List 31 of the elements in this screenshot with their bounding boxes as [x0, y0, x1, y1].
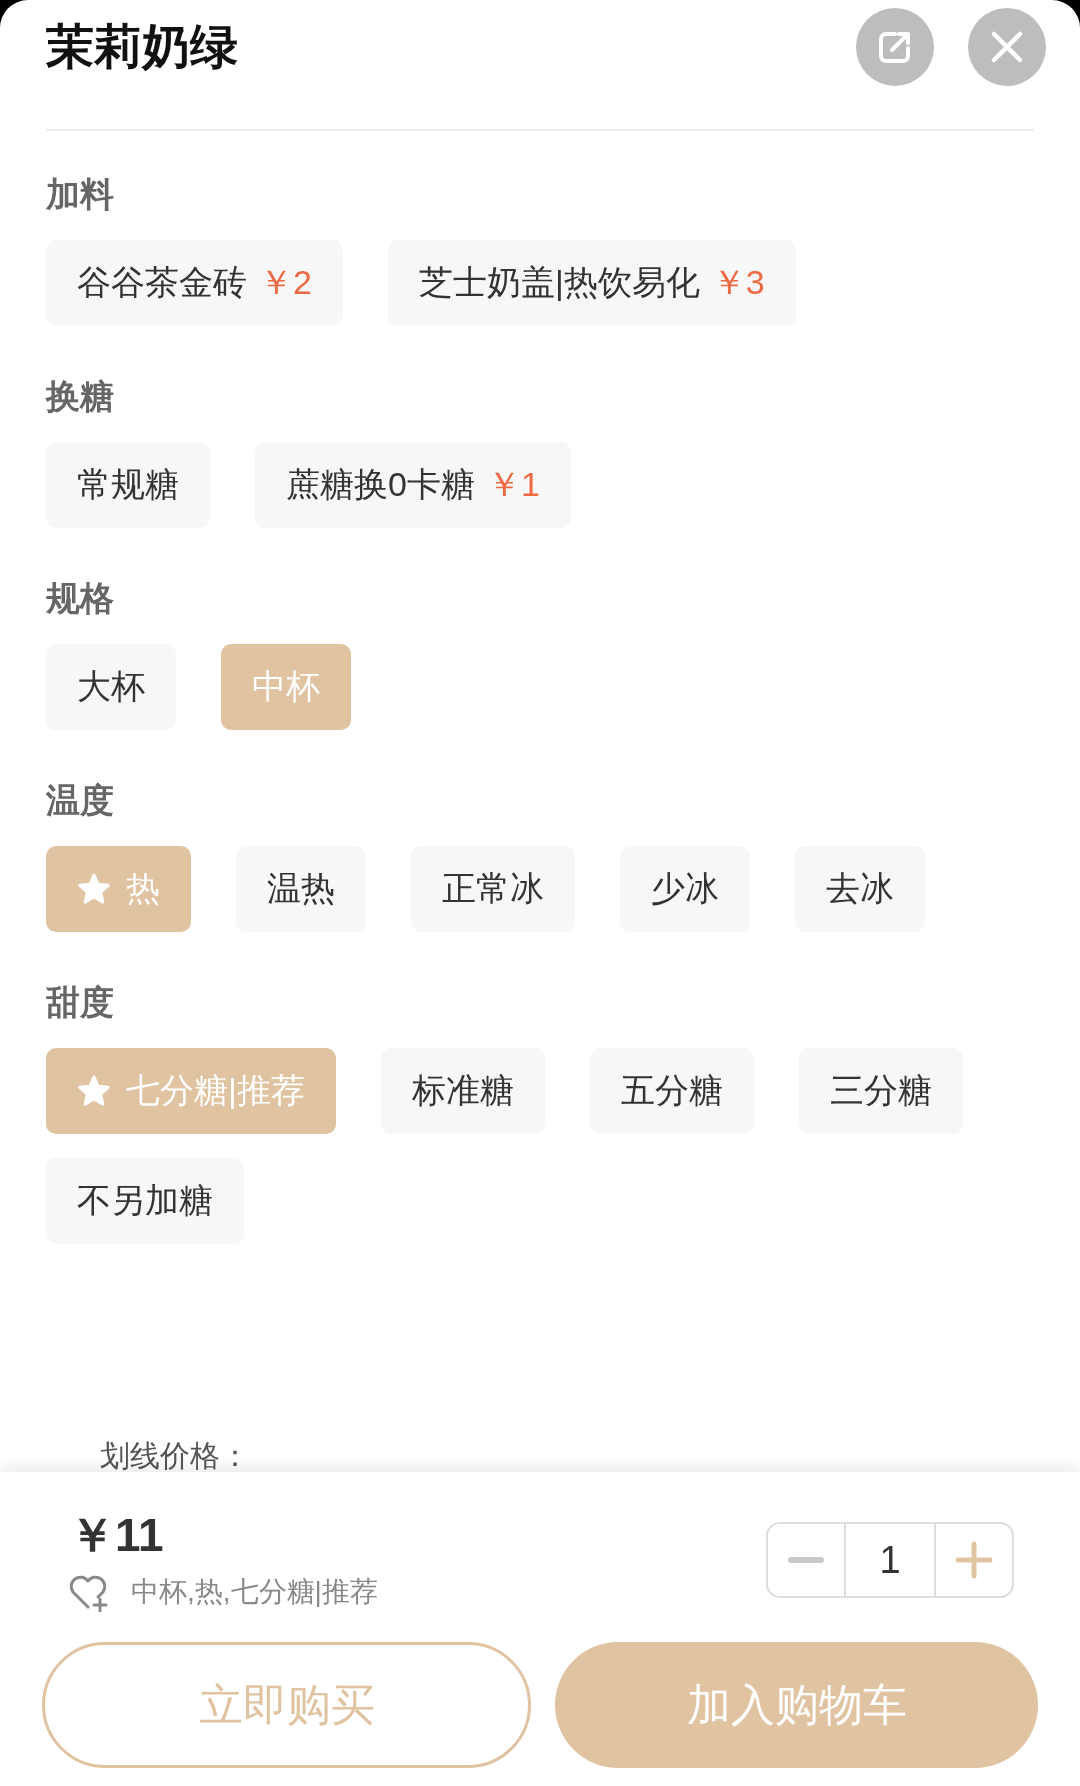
minus-icon: [788, 1557, 824, 1563]
price-text: ￥2: [259, 262, 312, 303]
group-title: 换糖: [46, 376, 115, 416]
option-chip[interactable]: 标准糖: [380, 1048, 545, 1134]
quantity-field[interactable]: 1: [844, 1524, 936, 1596]
option-chip[interactable]: 温热: [236, 846, 366, 932]
option-chip[interactable]: 不另加糖: [46, 1158, 244, 1244]
group-title: 规格: [46, 578, 115, 618]
option-chip[interactable]: 常规糖: [46, 442, 210, 528]
option-chip[interactable]: 芝士奶盖|热饮易化 ￥3: [387, 240, 796, 326]
option-chip[interactable]: 去冰: [795, 846, 925, 932]
plus-icon: [955, 1541, 993, 1579]
selection-summary: 中杯,热,七分糖|推荐: [131, 1575, 378, 1609]
total-price: ￥11: [69, 1508, 165, 1562]
option-chip[interactable]: 蔗糖换0卡糖 ￥1: [255, 442, 571, 528]
list-price-label: 划线价格：: [100, 1440, 250, 1472]
group-title: 加料: [46, 174, 115, 214]
quantity-stepper[interactable]: 1: [766, 1522, 1014, 1598]
group-title: 甜度: [46, 982, 115, 1022]
option-chip[interactable]: 正常冰: [411, 846, 575, 932]
option-chip[interactable]: 三分糖: [798, 1048, 963, 1134]
price-text: ￥1: [486, 464, 540, 505]
share-icon: [878, 30, 912, 64]
option-chip[interactable]: 谷谷茶金砖 ￥2: [46, 240, 343, 326]
option-chip[interactable]: 少冰: [620, 846, 750, 932]
option-chip[interactable]: 大杯: [46, 644, 176, 730]
close-icon: [991, 31, 1023, 63]
option-chip[interactable]: 五分糖: [589, 1048, 754, 1134]
product-title: 茉莉奶绿: [46, 19, 239, 75]
price-text: ￥3: [711, 262, 765, 303]
group-title: 温度: [46, 780, 115, 820]
